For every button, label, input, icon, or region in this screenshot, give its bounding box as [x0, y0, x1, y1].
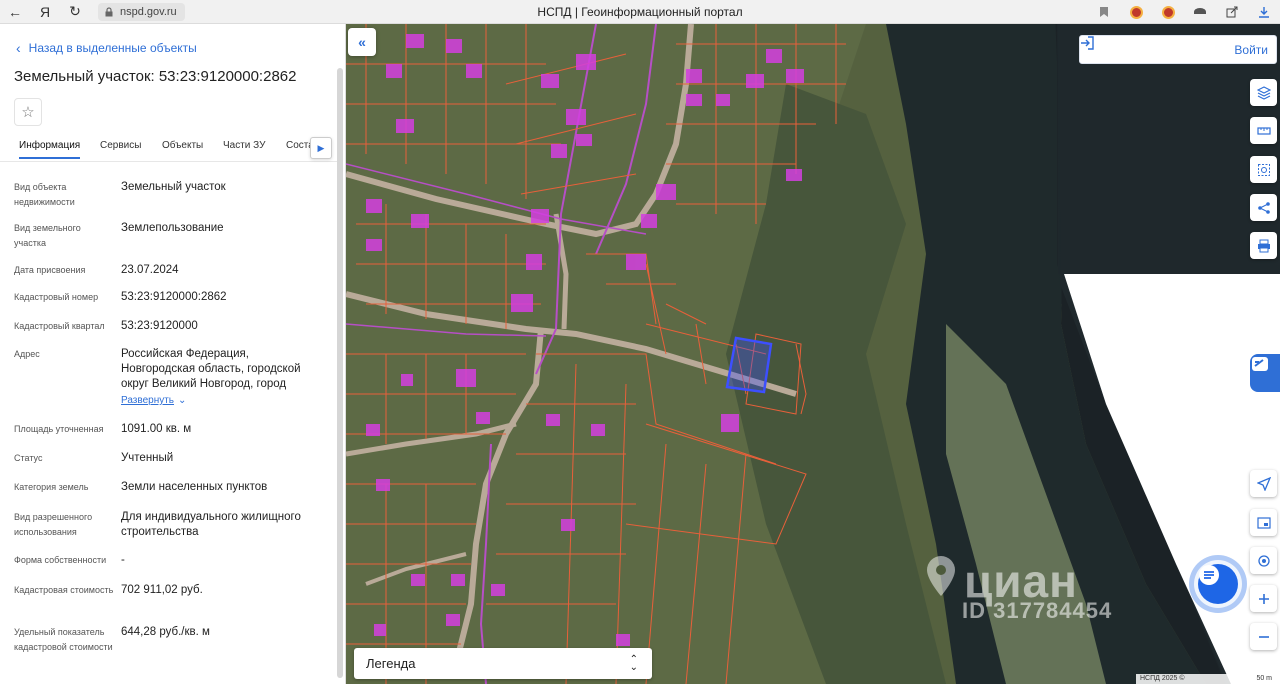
lock-icon — [105, 7, 113, 17]
print-button[interactable] — [1250, 232, 1277, 259]
tab-services[interactable]: Сервисы — [100, 140, 141, 151]
map-view[interactable]: « Войти циан ID 317784454 Легенда ⌃ ⌄ НС… — [346, 24, 1280, 684]
ruler-button[interactable] — [1250, 117, 1277, 144]
share-icon[interactable] — [1216, 0, 1248, 24]
extension-icon[interactable] — [1120, 0, 1152, 24]
double-chevron-left-icon: « — [358, 34, 366, 50]
share-button[interactable] — [1250, 194, 1277, 221]
side-panel-tab[interactable] — [1250, 354, 1280, 392]
legend-select[interactable]: Легенда ⌃ ⌄ — [354, 648, 652, 679]
feedback-icon — [1252, 357, 1268, 371]
back-arrow-icon[interactable]: ← — [0, 0, 30, 24]
minimap-icon — [1256, 516, 1271, 529]
minimap-button[interactable] — [1250, 509, 1277, 536]
browser-toolbar: ← Я ↻ nspd.gov.ru НСПД | Геоинформационн… — [0, 0, 1280, 24]
extension-icon[interactable] — [1152, 0, 1184, 24]
locate-icon — [1257, 554, 1270, 567]
zoom-out-button[interactable] — [1250, 623, 1277, 650]
minus-icon — [1258, 635, 1269, 638]
chat-button[interactable] — [1198, 564, 1238, 604]
zoom-in-button[interactable] — [1250, 585, 1277, 612]
url-text: nspd.gov.ru — [120, 6, 177, 18]
selected-parcel[interactable] — [725, 336, 773, 394]
chevron-down-icon: ⌄ — [178, 395, 187, 406]
satellite-map — [346, 24, 1280, 684]
tabs-scroll-right-button[interactable]: ▶ — [310, 137, 332, 159]
area-select-button[interactable] — [1250, 156, 1277, 183]
object-info-panel: ‹ Назад в выделенные объекты Земельный у… — [0, 24, 346, 684]
chat-icon — [1199, 565, 1219, 585]
chevron-left-icon: ‹ — [16, 40, 21, 56]
extension-icon[interactable] — [1184, 0, 1216, 24]
layers-button[interactable] — [1250, 79, 1277, 106]
star-icon: ☆ — [21, 104, 35, 121]
print-icon — [1257, 239, 1270, 252]
location-pin-icon — [927, 556, 955, 596]
tab-parts[interactable]: Части ЗУ — [223, 140, 265, 151]
info-tabs: Информация Сервисы Объекты Части ЗУ Сост… — [0, 134, 338, 162]
tab-objects[interactable]: Объекты — [162, 140, 203, 151]
address-bar[interactable]: nspd.gov.ru — [98, 3, 185, 21]
expand-address-link[interactable]: Развернуть ⌄ — [121, 395, 186, 406]
navigate-button[interactable] — [1250, 470, 1277, 497]
back-to-selection-link[interactable]: ‹ Назад в выделенные объекты — [16, 40, 197, 56]
plus-icon — [1258, 593, 1269, 604]
arrow-right-icon: ▶ — [317, 142, 325, 153]
map-scale: НСПД 2025 © 50 m — [1136, 674, 1276, 684]
updown-chevron-icon: ⌃ ⌄ — [629, 653, 638, 673]
collapse-panel-button[interactable]: « — [348, 28, 376, 56]
page-title: Земельный участок: 53:23:9120000:2862 — [14, 68, 297, 85]
panel-scrollbar[interactable] — [337, 68, 343, 678]
reload-icon[interactable]: ↻ — [60, 0, 90, 24]
select-area-icon — [1257, 163, 1270, 176]
ruler-icon — [1256, 126, 1271, 135]
share-icon — [1257, 201, 1270, 214]
tab-composition[interactable]: Состав — [286, 140, 310, 151]
navigation-arrow-icon — [1256, 476, 1271, 491]
download-icon[interactable] — [1248, 0, 1280, 24]
back-link-label: Назад в выделенные объекты — [28, 41, 197, 55]
login-icon — [1081, 36, 1094, 50]
favorite-button[interactable]: ☆ — [14, 98, 42, 126]
yandex-icon[interactable]: Я — [30, 0, 60, 24]
layers-icon — [1256, 85, 1271, 100]
locate-button[interactable] — [1250, 547, 1277, 574]
bookmark-icon[interactable] — [1088, 0, 1120, 24]
login-button[interactable]: Войти — [1079, 35, 1277, 64]
tab-information[interactable]: Информация — [19, 140, 81, 159]
